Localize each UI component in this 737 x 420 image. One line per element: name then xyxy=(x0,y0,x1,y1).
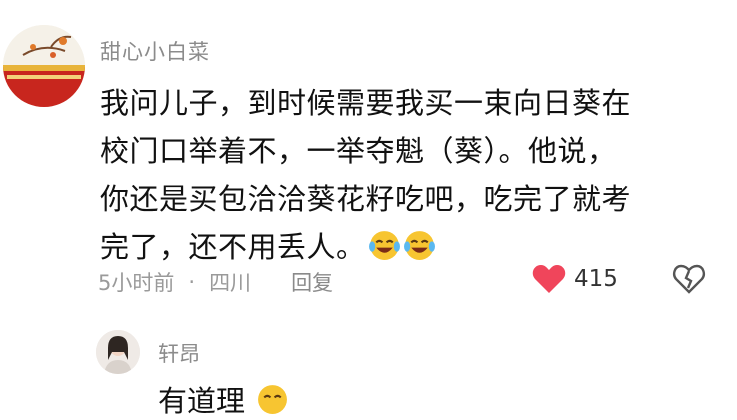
comment-meta: 5小时前 · 四川 回复 xyxy=(98,267,333,297)
dislike-button[interactable] xyxy=(672,264,706,298)
like-button[interactable]: 415 xyxy=(532,264,618,294)
comment-line: 完了，还不用丢人。 xyxy=(100,230,366,264)
heart-icon xyxy=(532,265,566,293)
like-count: 415 xyxy=(574,266,618,292)
comment-line: 校门口举着不，一举夺魁（葵）。他说， xyxy=(100,134,617,168)
reply-text-content: 有道理 xyxy=(158,384,246,418)
laughing-crying-icon xyxy=(403,231,435,260)
reply-avatar[interactable] xyxy=(96,330,140,374)
avatar-image xyxy=(3,25,85,107)
reply-text: 有道理 xyxy=(158,378,289,420)
comment-line: 我问儿子，到时候需要我买一束向日葵在 xyxy=(100,86,632,120)
laughing-crying-icon xyxy=(368,231,400,260)
avatar[interactable] xyxy=(3,25,85,107)
comment-last-line: 完了，还不用丢人。 xyxy=(100,223,720,271)
comment-line: 你还是买包洽洽葵花籽吃吧，吃完了就考 xyxy=(100,182,632,216)
broken-heart-icon xyxy=(673,264,705,294)
reply-avatar-image xyxy=(96,330,140,374)
comment-username[interactable]: 甜心小白菜 xyxy=(100,36,210,66)
comment-time: 5小时前 xyxy=(98,271,175,295)
meta-separator: · xyxy=(188,270,196,294)
comment-location: 四川 xyxy=(209,271,252,295)
reply-button[interactable]: 回复 xyxy=(291,267,333,297)
comment-text: 我问儿子，到时候需要我买一束向日葵在 校门口举着不，一举夺魁（葵）。他说， 你还… xyxy=(100,79,720,271)
reply-username[interactable]: 轩昂 xyxy=(158,338,200,368)
